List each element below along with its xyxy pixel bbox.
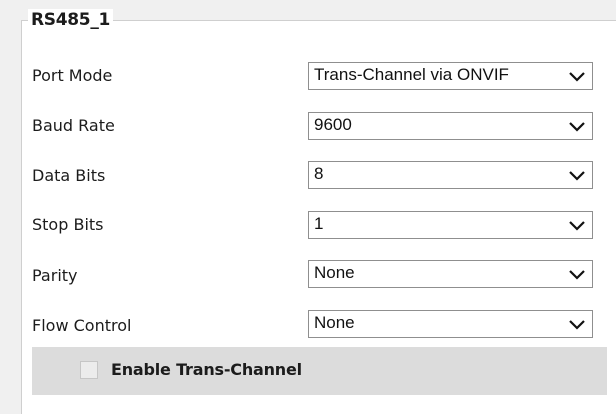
port-mode-value: Trans-Channel via ONVIF <box>314 65 509 84</box>
port-mode-select[interactable]: Trans-Channel via ONVIF <box>308 62 593 90</box>
baud-rate-label: Baud Rate <box>32 116 115 135</box>
parity-label: Parity <box>32 266 78 285</box>
flow-control-select[interactable]: None <box>308 310 593 338</box>
data-bits-label: Data Bits <box>32 166 106 185</box>
stop-bits-label: Stop Bits <box>32 215 104 234</box>
chevron-down-icon <box>569 221 585 231</box>
parity-select[interactable]: None <box>308 260 593 288</box>
enable-trans-channel-checkbox[interactable] <box>80 361 98 379</box>
parity-value: None <box>314 263 355 282</box>
flow-control-label: Flow Control <box>32 316 132 335</box>
port-mode-label: Port Mode <box>32 66 113 85</box>
chevron-down-icon <box>569 320 585 330</box>
stop-bits-select[interactable]: 1 <box>308 211 593 239</box>
enable-trans-channel-label: Enable Trans-Channel <box>111 360 302 379</box>
chevron-down-icon <box>569 270 585 280</box>
baud-rate-select[interactable]: 9600 <box>308 112 593 140</box>
chevron-down-icon <box>569 72 585 82</box>
data-bits-select[interactable]: 8 <box>308 161 593 189</box>
flow-control-value: None <box>314 313 355 332</box>
chevron-down-icon <box>569 122 585 132</box>
chevron-down-icon <box>569 171 585 181</box>
baud-rate-value: 9600 <box>314 115 352 134</box>
stop-bits-value: 1 <box>314 214 324 233</box>
trans-channel-bar: Enable Trans-Channel <box>32 347 607 395</box>
data-bits-value: 8 <box>314 164 324 183</box>
section-legend: RS485_1 <box>28 9 114 31</box>
